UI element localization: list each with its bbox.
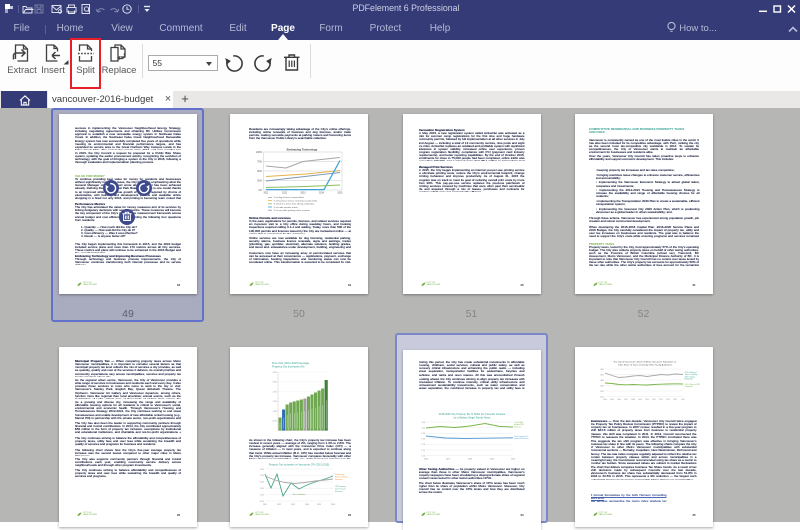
svg-text:for a Median Single Family Hom: for a Median Single Family Home (453, 417, 491, 420)
svg-text:1.40: 1.40 (421, 422, 425, 424)
svg-text:2010: 2010 (645, 399, 649, 401)
svg-text:2013: 2013 (300, 193, 306, 195)
svg-text:100%: 100% (256, 151, 263, 154)
svg-text:1.25: 1.25 (421, 439, 425, 441)
svg-text:30%: 30% (600, 374, 604, 376)
svg-text:% of business licence renewals: % of business licence renewals issued on… (274, 199, 319, 202)
svg-text:2015: 2015 (317, 504, 321, 506)
svg-text:2.0%: 2.0% (260, 482, 265, 484)
svg-text:28%: 28% (600, 380, 604, 382)
svg-text:24%: 24% (600, 391, 604, 393)
svg-text:2014: 2014 (305, 504, 309, 506)
svg-text:2019: 2019 (489, 459, 493, 461)
svg-text:1.5%: 1.5% (260, 488, 265, 490)
svg-text:2016-2020 City Property Tax %: 2016-2020 City Property Tax % Shifts For… (438, 413, 505, 416)
svg-text:2007: 2007 (624, 399, 628, 401)
svg-text:2.5%: 2.5% (272, 391, 277, 393)
svg-text:1.10: 1.10 (421, 455, 425, 457)
svg-text:% electronic items from Librar: % electronic items from Library collecti… (274, 203, 316, 206)
svg-text:1.0%: 1.0% (272, 411, 277, 413)
svg-text:0.5%: 0.5% (272, 421, 277, 423)
svg-text:Increase Forecast: Increase Forecast (514, 437, 529, 440)
svg-text:Five-Year (2011-2015) Average: Five-Year (2011-2015) Average (272, 361, 310, 365)
svg-text:2012: 2012 (277, 504, 281, 506)
svg-text:2014: 2014 (673, 399, 677, 401)
svg-text:3.0%: 3.0% (260, 469, 265, 471)
svg-text:2006: 2006 (617, 399, 621, 401)
svg-text:1.20: 1.20 (421, 444, 425, 446)
svg-text:25%: 25% (257, 180, 263, 183)
svg-text:2008: 2008 (631, 399, 635, 401)
svg-text:26%: 26% (600, 385, 604, 387)
svg-text:2016: 2016 (331, 504, 335, 506)
svg-text:Population: Population (684, 385, 693, 388)
svg-text:2004: 2004 (603, 399, 607, 401)
svg-text:2011: 2011 (263, 504, 267, 506)
svg-text:2018: 2018 (467, 459, 471, 461)
svg-text:22%: 22% (600, 396, 604, 398)
svg-text:2012: 2012 (282, 193, 288, 195)
svg-text:0%: 0% (259, 189, 263, 192)
svg-text:City's Share of Taxes Levied b: City's Share of Taxes Levied by Other Ta… (617, 364, 672, 367)
svg-text:Forecast: Forecast (335, 478, 343, 481)
svg-text:2009: 2009 (638, 399, 642, 401)
svg-text:2005: 2005 (610, 399, 614, 401)
svg-text:2011: 2011 (264, 193, 270, 195)
svg-text:2020: 2020 (510, 459, 514, 461)
svg-text:% of dog licences issued onlin: % of dog licences issued online (274, 197, 305, 199)
svg-text:0.5%: 0.5% (260, 501, 265, 503)
svg-text:2015: 2015 (337, 193, 343, 195)
svg-text:Forecast: Forecast (514, 425, 521, 428)
svg-text:Property Tax Increases (%): Property Tax Increases (%) (272, 365, 304, 369)
svg-text:3.5%: 3.5% (272, 382, 277, 384)
svg-text:2013: 2013 (291, 504, 295, 506)
svg-text:1.5%: 1.5% (272, 401, 277, 403)
svg-text:% of van-wide parking meter re: % of van-wide parking meter revenue (274, 209, 311, 212)
svg-text:Forecast: Forecast (335, 490, 343, 493)
svg-text:1.35: 1.35 (421, 427, 425, 429)
svg-text:% of trade permits online: % of trade permits online (274, 206, 299, 209)
svg-text:2011: 2011 (652, 399, 656, 401)
svg-text:2015: 2015 (681, 399, 685, 401)
svg-text:1.30: 1.30 (421, 433, 425, 435)
svg-text:Embracing Technology: Embracing Technology (287, 148, 318, 152)
svg-text:Actual Inflation: Actual Inflation (293, 493, 305, 496)
svg-text:32%: 32% (600, 369, 604, 371)
svg-text:2.5%: 2.5% (260, 475, 265, 477)
svg-text:2017: 2017 (445, 459, 449, 461)
svg-text:4.5%: 4.5% (272, 372, 277, 374)
svg-text:Property Tax Increases vs Vanc: Property Tax Increases vs Vancouver CPI … (269, 464, 329, 467)
svg-text:2013: 2013 (666, 399, 670, 401)
svg-text:2014: 2014 (319, 193, 325, 195)
svg-text:Authorities: Authorities (684, 378, 693, 381)
svg-text:2016: 2016 (423, 459, 427, 461)
svg-text:50%: 50% (257, 170, 263, 173)
svg-text:1.0%: 1.0% (260, 494, 265, 496)
svg-text:The City of Vancouver's Share: The City of Vancouver's Share of Metro V… (613, 361, 677, 364)
svg-text:2012: 2012 (659, 399, 663, 401)
svg-text:1.15: 1.15 (421, 450, 425, 452)
svg-text:75%: 75% (257, 161, 263, 164)
